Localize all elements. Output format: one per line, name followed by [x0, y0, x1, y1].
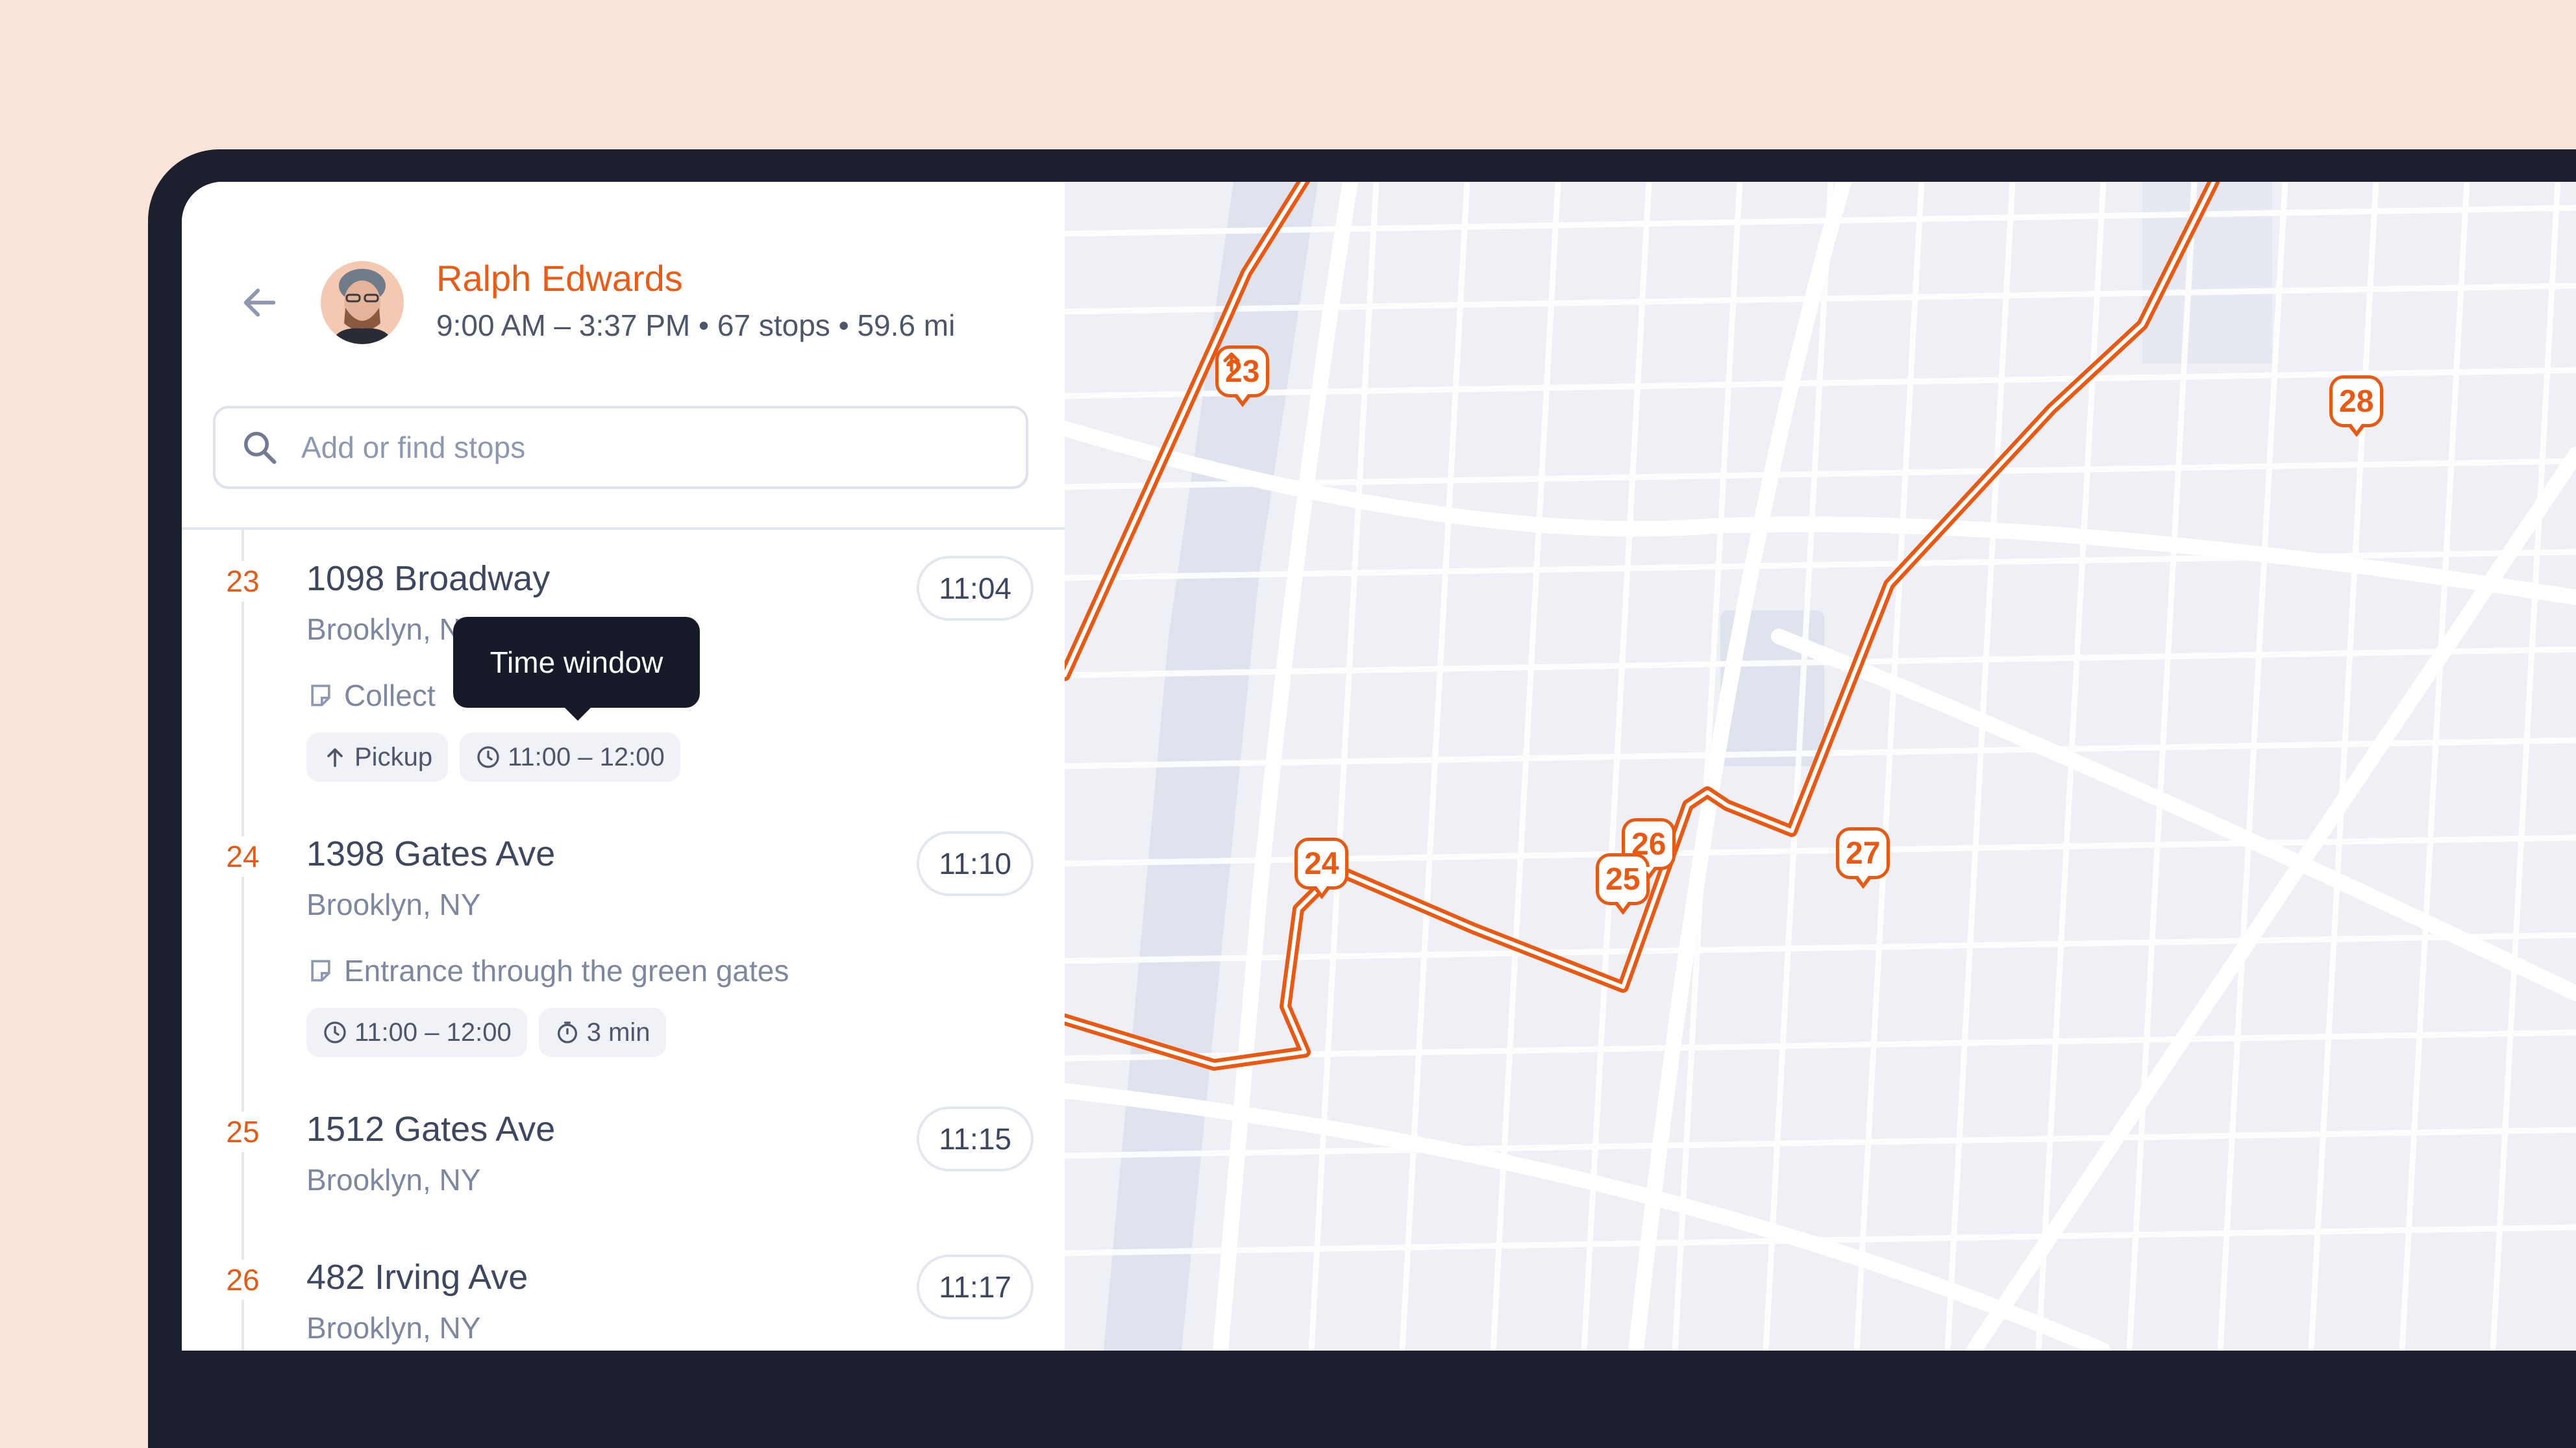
- time-window-chip[interactable]: 11:00 – 12:00: [306, 1008, 527, 1057]
- duration-chip[interactable]: 3 min: [538, 1008, 666, 1057]
- map-pin-27[interactable]: 27: [1836, 827, 1890, 889]
- pin-label: 25: [1605, 862, 1641, 897]
- stop-chips: 11:00 – 12:00 3 min: [306, 1008, 666, 1057]
- pickup-chip[interactable]: Pickup: [306, 732, 449, 782]
- clock-icon: [324, 1021, 346, 1043]
- map-pin-28[interactable]: 28: [2329, 375, 2384, 437]
- stop-eta[interactable]: 11:17: [917, 1255, 1034, 1319]
- search-box[interactable]: [213, 406, 1028, 489]
- stop-eta[interactable]: 11:10: [917, 831, 1034, 896]
- search-input[interactable]: [300, 429, 984, 466]
- stop-city: Brooklyn, NY: [306, 1311, 481, 1345]
- stop-address: 1398 Gates Ave: [306, 834, 556, 873]
- stop-chips: Pickup 11:00 – 12:00: [306, 732, 680, 782]
- app-screen: Ralph Edwards 9:00 AM – 3:37 PM • 67 sto…: [182, 182, 2576, 1351]
- arrow-up-icon: [1223, 352, 1240, 372]
- stop-city: Brooklyn, NY: [306, 1163, 481, 1197]
- chip-label: 3 min: [586, 1017, 650, 1047]
- clock-icon: [477, 746, 499, 768]
- chip-label: 11:00 – 12:00: [354, 1017, 512, 1047]
- stop-item-24[interactable]: 24 1398 Gates Ave Brooklyn, NY Entrance …: [182, 805, 1065, 1078]
- chip-label: Pickup: [354, 742, 433, 771]
- pin-label: 24: [1304, 846, 1339, 881]
- tooltip-text: Time window: [489, 645, 663, 679]
- stop-number: 26: [216, 1260, 270, 1300]
- map-streets: [1065, 182, 2576, 1351]
- pin-label: 28: [2339, 384, 2374, 419]
- time-window-tooltip: Time window: [453, 617, 700, 721]
- stop-number: 23: [216, 561, 270, 601]
- stop-address: 482 Irving Ave: [306, 1258, 528, 1297]
- stop-note: Entrance through the green gates: [306, 953, 789, 988]
- map-pin-25[interactable]: 25: [1596, 853, 1650, 915]
- stop-city: Brooklyn, N: [306, 612, 461, 646]
- arrow-up-icon: [327, 748, 343, 768]
- stop-address: 1512 Gates Ave: [306, 1110, 556, 1149]
- stopwatch-icon: [557, 1021, 577, 1043]
- stop-city: Brooklyn, NY: [306, 888, 481, 921]
- chip-label: 11:00 – 12:00: [508, 742, 665, 771]
- note-icon: [311, 684, 330, 706]
- route-map[interactable]: 23 24 26 25 27 28: [1065, 182, 2576, 1351]
- pin-label: 27: [1846, 836, 1881, 871]
- stop-note-text: Entrance through the green gates: [344, 954, 789, 988]
- stop-number: 25: [216, 1112, 270, 1152]
- stop-item-25[interactable]: 25 1512 Gates Ave Brooklyn, NY 11:15: [182, 1080, 1065, 1229]
- stop-number: 24: [216, 836, 270, 877]
- map-pin-23[interactable]: 23: [1215, 345, 1270, 407]
- route-sidebar: Ralph Edwards 9:00 AM – 3:37 PM • 67 sto…: [182, 182, 1065, 1351]
- avatar[interactable]: [321, 261, 404, 344]
- note-icon: [311, 960, 330, 982]
- arrow-left-icon: [243, 288, 276, 317]
- driver-name: Ralph Edwards: [436, 258, 683, 299]
- stop-eta[interactable]: 11:04: [917, 556, 1034, 621]
- stop-address: 1098 Broadway: [306, 559, 551, 598]
- stop-eta[interactable]: 11:15: [917, 1106, 1034, 1171]
- route-summary: 9:00 AM – 3:37 PM • 67 stops • 59.6 mi: [436, 308, 956, 342]
- search-icon: [239, 427, 280, 468]
- map-pin-24[interactable]: 24: [1294, 838, 1349, 899]
- stop-item-26[interactable]: 26 482 Irving Ave Brooklyn, NY 11:17: [182, 1229, 1065, 1351]
- back-button[interactable]: [236, 279, 283, 326]
- stop-note-text: Collect: [344, 679, 436, 712]
- time-window-chip[interactable]: 11:00 – 12:00: [460, 732, 680, 782]
- stop-note: Collect: [306, 678, 436, 713]
